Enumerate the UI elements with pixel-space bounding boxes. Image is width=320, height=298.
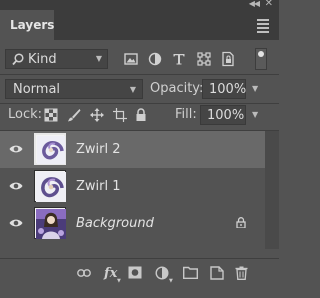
eye-icon[interactable]	[9, 144, 23, 154]
lock-position-icon[interactable]	[90, 108, 104, 122]
lock-icon	[236, 217, 246, 228]
layer-thumbnail	[34, 170, 66, 202]
lock-label: Lock:	[8, 107, 43, 122]
fill-value: 100%	[207, 108, 245, 123]
fill-chevron-icon[interactable]: ▼	[252, 110, 258, 119]
chevron-down-icon: ▼	[129, 85, 136, 94]
eye-icon[interactable]	[9, 181, 23, 191]
tab-layers[interactable]: Layers	[0, 10, 54, 41]
chevron-down-icon: ▼	[117, 278, 121, 284]
panel-top-strip: ◀◀ ✕	[0, 0, 279, 10]
lock-image-pixels-icon[interactable]	[67, 108, 81, 122]
image-filter-icon[interactable]	[124, 51, 138, 67]
divider	[0, 74, 279, 75]
divider	[0, 103, 279, 104]
layer-thumbnail	[34, 207, 66, 239]
panel-menu-icon[interactable]	[257, 19, 269, 35]
layer-row-zwirl-1[interactable]: Zwirl 1	[0, 168, 265, 205]
layer-thumbnail	[34, 133, 66, 165]
opacity-chevron-icon[interactable]: ▼	[252, 84, 258, 93]
blend-mode-dropdown[interactable]: Normal ▼	[5, 79, 143, 99]
layer-name[interactable]: Background	[76, 216, 154, 231]
layer-style-icon[interactable]: fx	[104, 266, 117, 281]
close-panel-icon[interactable]: ✕	[265, 0, 273, 9]
layer-name[interactable]: Zwirl 2	[76, 142, 121, 157]
filter-kind-label: Kind	[28, 52, 57, 67]
delete-layer-icon[interactable]	[235, 266, 248, 280]
add-mask-icon[interactable]	[128, 266, 142, 280]
layer-row-background[interactable]: Background	[0, 205, 265, 242]
new-group-icon[interactable]	[183, 266, 198, 279]
tab-layers-label: Layers	[10, 18, 55, 32]
new-layer-icon[interactable]	[210, 266, 224, 280]
layer-name[interactable]: Zwirl 1	[76, 179, 121, 194]
opacity-value: 100%	[209, 82, 247, 97]
layers-bottom-toolbar: fx ▼ ▼	[0, 262, 279, 286]
chevron-down-icon: ▼	[95, 54, 102, 63]
panel-tab-bar: Layers	[0, 10, 279, 41]
opacity-input[interactable]: 100%	[202, 79, 246, 99]
link-layers-icon[interactable]	[77, 269, 91, 277]
search-icon	[12, 53, 24, 66]
shape-filter-icon[interactable]	[197, 51, 211, 67]
lock-artboard-icon[interactable]	[113, 108, 127, 122]
lock-transparent-pixels-icon[interactable]	[44, 108, 58, 122]
layers-panel: ◀◀ ✕ Layers Kind ▼ Normal ▼ Opacity: 100…	[0, 0, 279, 298]
fill-input[interactable]: 100%	[200, 105, 246, 125]
chevron-down-icon: ▼	[169, 278, 173, 284]
collapse-panels-icon[interactable]: ◀◀	[249, 0, 260, 8]
adjustment-layer-icon[interactable]	[155, 266, 169, 280]
layer-row-zwirl-2[interactable]: Zwirl 2	[0, 131, 265, 168]
layers-scrollbar[interactable]	[265, 131, 279, 249]
eye-icon[interactable]	[9, 218, 23, 228]
layers-list: Zwirl 2 Zwirl 1 Background	[0, 131, 279, 249]
divider	[0, 258, 279, 259]
filter-kind-dropdown[interactable]: Kind ▼	[5, 49, 108, 69]
filter-toggle-switch[interactable]	[255, 48, 267, 70]
lock-all-icon[interactable]	[134, 108, 148, 122]
type-filter-icon[interactable]	[172, 51, 186, 67]
adjustment-filter-icon[interactable]	[148, 51, 162, 67]
fill-label: Fill:	[175, 107, 197, 122]
blend-mode-value: Normal	[13, 82, 61, 97]
smart-object-filter-icon[interactable]	[221, 51, 235, 67]
opacity-label: Opacity:	[150, 81, 204, 96]
